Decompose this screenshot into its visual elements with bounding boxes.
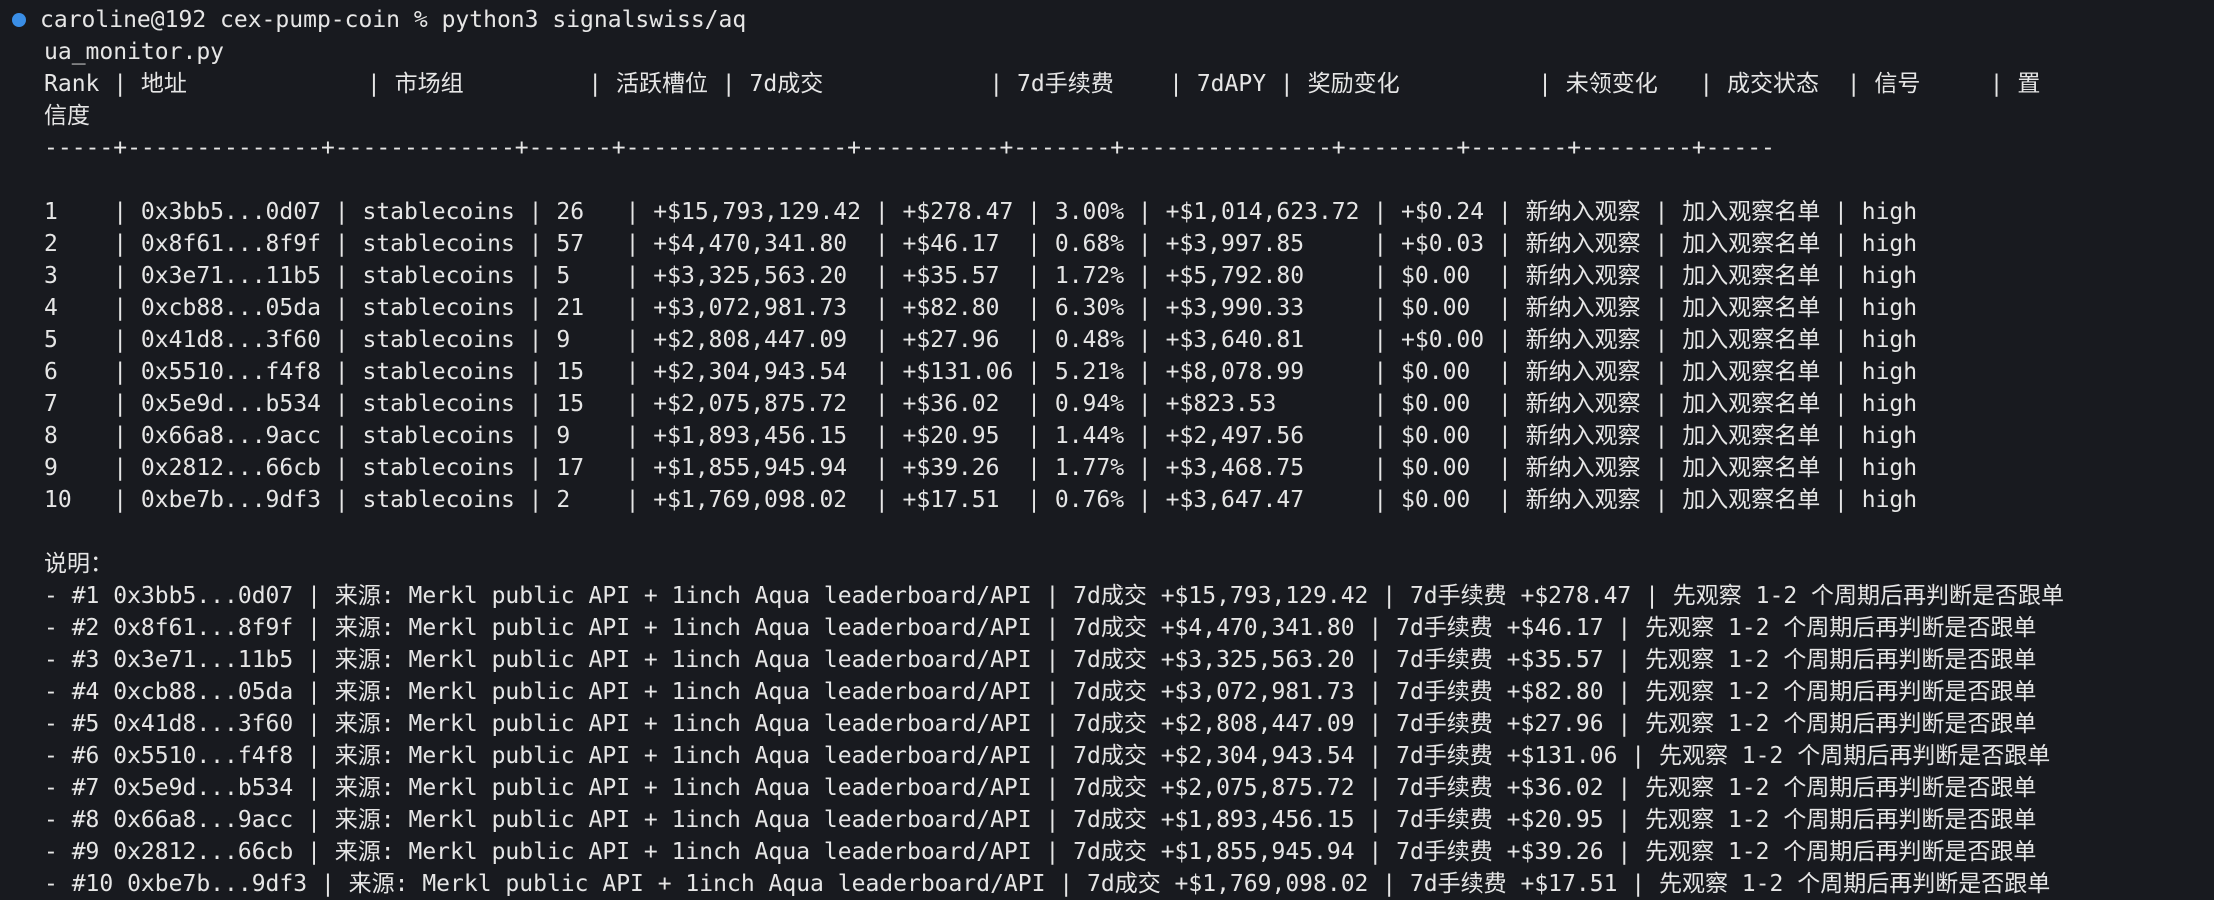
table-header-wrap-line: 信度 bbox=[44, 103, 90, 129]
note-item: - #1 0x3bb5...0d07 | 来源: Merkl public AP… bbox=[44, 583, 2065, 609]
prompt-line: caroline@192 cex-pump-coin % python3 sig… bbox=[8, 4, 2214, 36]
note-item: - #2 0x8f61...8f9f | 来源: Merkl public AP… bbox=[44, 615, 2037, 641]
table-separator: -----+--------------+-------------+-----… bbox=[44, 135, 1775, 161]
command-wrap-line: ua_monitor.py bbox=[44, 39, 225, 65]
table-row: 1 | 0x3bb5...0d07 | stablecoins | 26 | +… bbox=[44, 199, 1918, 225]
terminal-output[interactable]: caroline@192 cex-pump-coin % python3 sig… bbox=[0, 0, 2214, 897]
note-item: - #6 0x5510...f4f8 | 来源: Merkl public AP… bbox=[44, 743, 2051, 769]
table-row: 9 | 0x2812...66cb | stablecoins | 17 | +… bbox=[44, 455, 1918, 481]
table-row: 3 | 0x3e71...11b5 | stablecoins | 5 | +$… bbox=[44, 263, 1918, 289]
table-header-line: Rank | 地址 | 市场组 | 活跃槽位 | 7d成交 | 7d手续费 | … bbox=[44, 71, 2041, 97]
note-item: - #4 0xcb88...05da | 来源: Merkl public AP… bbox=[44, 679, 2037, 705]
command-status-icon bbox=[12, 13, 26, 27]
command-text: caroline@192 cex-pump-coin % python3 sig… bbox=[40, 7, 747, 33]
table-row: 10 | 0xbe7b...9df3 | stablecoins | 2 | +… bbox=[44, 487, 1918, 513]
table-row: 2 | 0x8f61...8f9f | stablecoins | 57 | +… bbox=[44, 231, 1918, 257]
note-item: - #7 0x5e9d...b534 | 来源: Merkl public AP… bbox=[44, 775, 2037, 801]
notes-title: 说明： bbox=[44, 551, 113, 577]
note-item: - #8 0x66a8...9acc | 来源: Merkl public AP… bbox=[44, 807, 2037, 833]
table-row: 4 | 0xcb88...05da | stablecoins | 21 | +… bbox=[44, 295, 1918, 321]
note-item: - #10 0xbe7b...9df3 | 来源: Merkl public A… bbox=[44, 871, 2051, 897]
table-row: 7 | 0x5e9d...b534 | stablecoins | 15 | +… bbox=[44, 391, 1918, 417]
table-row: 8 | 0x66a8...9acc | stablecoins | 9 | +$… bbox=[44, 423, 1918, 449]
table-row: 5 | 0x41d8...3f60 | stablecoins | 9 | +$… bbox=[44, 327, 1918, 353]
note-item: - #3 0x3e71...11b5 | 来源: Merkl public AP… bbox=[44, 647, 2037, 673]
table-row: 6 | 0x5510...f4f8 | stablecoins | 15 | +… bbox=[44, 359, 1918, 385]
note-item: - #9 0x2812...66cb | 来源: Merkl public AP… bbox=[44, 839, 2037, 865]
note-item: - #5 0x41d8...3f60 | 来源: Merkl public AP… bbox=[44, 711, 2037, 737]
